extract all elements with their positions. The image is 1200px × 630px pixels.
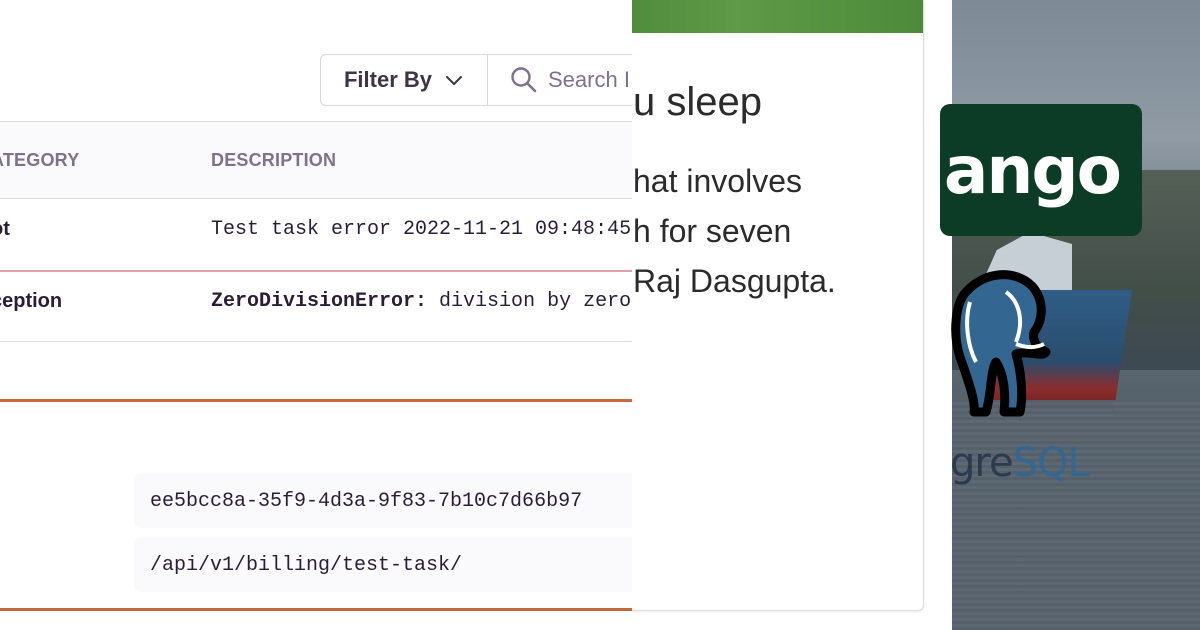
row-description: ZeroDivisionError: division by zero — [211, 290, 631, 313]
event-id-value: ee5bcc8a-35f9-4d3a-9f83-7b10c7d66b97 — [134, 474, 632, 528]
django-logo: ango — [940, 104, 1142, 236]
sentry-issue-panel: Filter By Search I ATEGORY DESCRIPTION o… — [0, 0, 632, 630]
breadcrumb-toolbar: Filter By Search I — [320, 54, 632, 106]
postgres-logo-text-a: gre — [950, 440, 1014, 486]
article-title: u sleep — [633, 80, 762, 124]
article-description: hat involves h for seven Raj Dasgupta. — [633, 156, 836, 306]
article-hero-image — [613, 0, 923, 33]
row-description: Test task error 2022-11-21 09:48:45 — [211, 218, 632, 241]
django-logo-text: ango — [943, 131, 1122, 209]
filter-by-button[interactable]: Filter By — [321, 55, 488, 105]
postgres-logo-text-b: SQL — [1012, 440, 1090, 486]
article-description-line-3: Raj Dasgupta. — [633, 263, 836, 299]
section-divider — [0, 608, 632, 611]
breadcrumbs-table: ATEGORY DESCRIPTION ot Test task error 2… — [0, 121, 632, 342]
table-row[interactable]: ception ZeroDivisionError: division by z… — [0, 272, 632, 341]
column-header-category: ATEGORY — [0, 150, 80, 170]
filter-by-label: Filter By — [343, 67, 433, 92]
table-row[interactable]: ot Test task error 2022-11-21 09:48:45 — [0, 199, 632, 272]
postgres-elephant-icon — [951, 270, 1051, 417]
exception-type: ZeroDivisionError: — [211, 290, 428, 313]
request-url-value: /api/v1/billing/test-task/ — [134, 538, 632, 592]
photo-water — [952, 400, 1200, 630]
exception-message: division by zero — [427, 290, 632, 313]
search-icon — [511, 67, 537, 93]
postgres-logo-text: greSQL — [950, 440, 1090, 486]
article-card[interactable]: u sleep hat involves h for seven Raj Das… — [612, 0, 924, 611]
search-input[interactable]: Search I — [488, 55, 630, 105]
article-description-line-2: h for seven — [633, 213, 792, 249]
row-category: ception — [0, 290, 63, 312]
section-divider — [0, 399, 632, 402]
table-header: ATEGORY DESCRIPTION — [0, 122, 632, 199]
article-description-line-1: hat involves — [633, 163, 802, 199]
row-category: ot — [0, 218, 10, 240]
column-header-description: DESCRIPTION — [211, 150, 337, 170]
search-placeholder: Search I — [548, 67, 630, 92]
chevron-down-icon — [446, 76, 463, 85]
